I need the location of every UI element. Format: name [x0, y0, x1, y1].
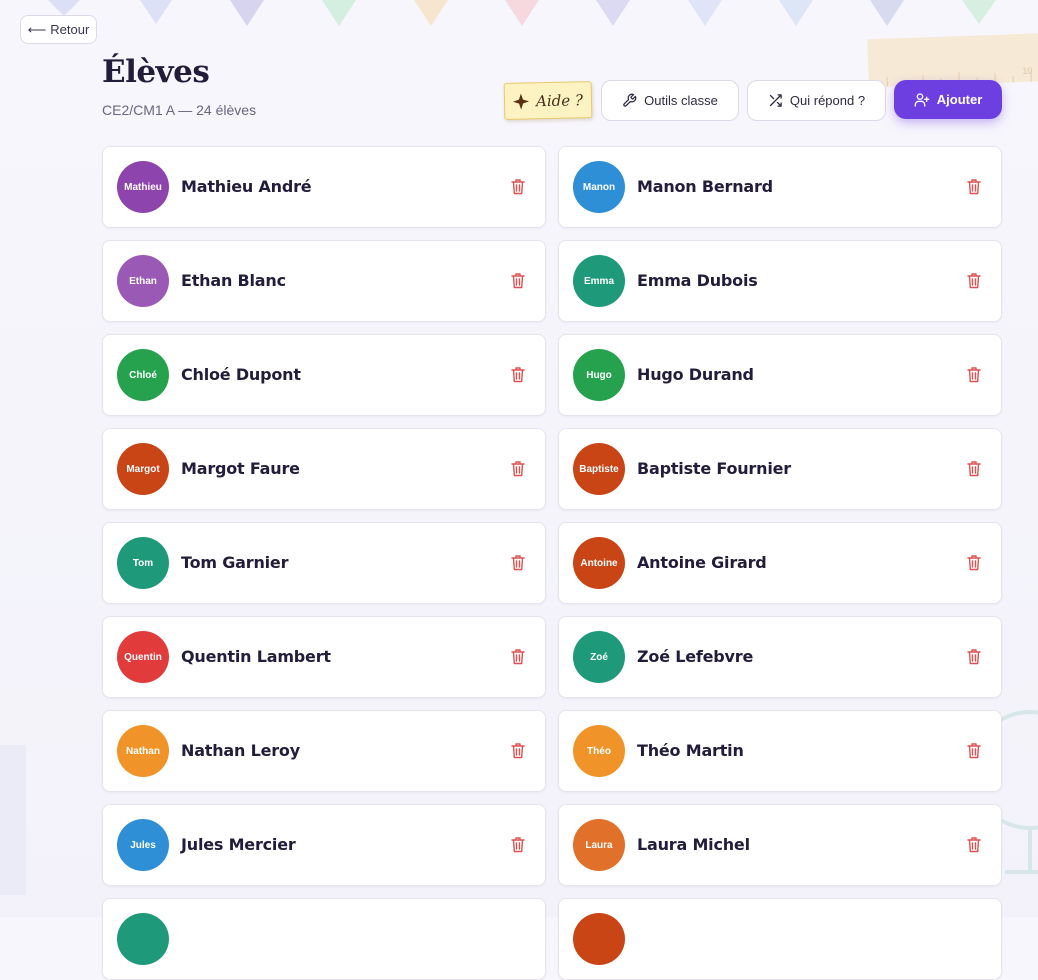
user-plus-icon [914, 92, 930, 107]
student-name: Mathieu André [181, 177, 312, 196]
help-label: Aide ? [535, 90, 584, 110]
bunting-decoration [48, 0, 996, 26]
trash-icon[interactable] [967, 460, 981, 477]
add-student-label: Ajouter [936, 92, 983, 107]
back-label: Retour [50, 22, 90, 37]
trash-icon[interactable] [511, 554, 525, 571]
avatar: Margot [117, 443, 169, 495]
student-name: Ethan Blanc [181, 271, 286, 290]
student-name: Baptiste Fournier [637, 459, 791, 478]
formula-decoration [0, 745, 26, 895]
avatar: Chloé [117, 349, 169, 401]
add-student-button[interactable]: Ajouter [894, 80, 1002, 119]
random-pick-button[interactable]: Qui répond ? [747, 80, 886, 121]
student-name: Hugo Durand [637, 365, 754, 384]
trash-icon[interactable] [511, 742, 525, 759]
wrench-icon [623, 93, 637, 107]
student-card-partial [558, 898, 1002, 980]
arrow-left-icon: ⟵ [27, 21, 47, 37]
trash-icon[interactable] [511, 648, 525, 665]
avatar: Emma [573, 255, 625, 307]
trash-icon[interactable] [967, 836, 981, 853]
class-subtitle: CE2/CM1 A — 24 élèves [102, 102, 257, 118]
student-name: Manon Bernard [637, 177, 773, 196]
student-card[interactable]: Zoé Zoé Lefebvre [558, 616, 1002, 698]
trash-icon[interactable] [511, 460, 525, 477]
student-card[interactable]: Laura Laura Michel [558, 804, 1002, 886]
avatar: Baptiste [573, 443, 625, 495]
avatar: Manon [573, 161, 625, 213]
trash-icon[interactable] [967, 178, 981, 195]
avatar: Jules [117, 819, 169, 871]
student-name: Jules Mercier [181, 835, 296, 854]
student-card-partial [102, 898, 546, 980]
trash-icon[interactable] [511, 836, 525, 853]
student-card[interactable]: Antoine Antoine Girard [558, 522, 1002, 604]
avatar: Zoé [573, 631, 625, 683]
student-card[interactable]: Mathieu Mathieu André [102, 146, 546, 228]
student-name: Margot Faure [181, 459, 300, 478]
avatar: Hugo [573, 349, 625, 401]
student-name: Chloé Dupont [181, 365, 301, 384]
avatar: Laura [573, 819, 625, 871]
student-card[interactable]: Baptiste Baptiste Fournier [558, 428, 1002, 510]
random-pick-label: Qui répond ? [789, 93, 866, 108]
student-card[interactable]: Tom Tom Garnier [102, 522, 546, 604]
student-name: Antoine Girard [637, 553, 767, 572]
student-card[interactable]: Margot Margot Faure [102, 428, 546, 510]
student-name: Théo Martin [637, 741, 744, 760]
student-card[interactable]: Nathan Nathan Leroy [102, 710, 546, 792]
avatar: Théo [573, 725, 625, 777]
student-name: Zoé Lefebvre [637, 647, 754, 666]
student-card[interactable]: Emma Emma Dubois [558, 240, 1002, 322]
student-name: Laura Michel [637, 835, 750, 854]
trash-icon[interactable] [511, 178, 525, 195]
student-card[interactable]: Hugo Hugo Durand [558, 334, 1002, 416]
trash-icon[interactable] [967, 742, 981, 759]
avatar: Mathieu [117, 161, 169, 213]
student-card[interactable]: Jules Jules Mercier [102, 804, 546, 886]
trash-icon[interactable] [967, 648, 981, 665]
avatar: Quentin [117, 631, 169, 683]
trash-icon[interactable] [511, 366, 525, 383]
avatar: Ethan [117, 255, 169, 307]
trash-icon[interactable] [967, 272, 981, 289]
shuffle-icon [769, 94, 782, 107]
sparkle-icon [513, 93, 530, 110]
student-card[interactable]: Quentin Quentin Lambert [102, 616, 546, 698]
student-name: Quentin Lambert [181, 647, 331, 666]
avatar: Nathan [117, 725, 169, 777]
student-card[interactable]: Théo Théo Martin [558, 710, 1002, 792]
page-title: Élèves [102, 54, 210, 90]
class-tools-button[interactable]: Outils classe [601, 80, 739, 121]
student-card[interactable]: Manon Manon Bernard [558, 146, 1002, 228]
help-button[interactable]: Aide ? [503, 81, 593, 120]
student-name: Nathan Leroy [181, 741, 300, 760]
class-tools-label: Outils classe [644, 93, 718, 108]
student-name: Emma Dubois [637, 271, 758, 290]
back-button[interactable]: ⟵ Retour [20, 15, 97, 44]
student-name: Tom Garnier [181, 553, 289, 572]
trash-icon[interactable] [967, 366, 981, 383]
avatar: Tom [117, 537, 169, 589]
student-card[interactable]: Ethan Ethan Blanc [102, 240, 546, 322]
trash-icon[interactable] [511, 272, 525, 289]
student-card[interactable]: Chloé Chloé Dupont [102, 334, 546, 416]
avatar: Antoine [573, 537, 625, 589]
trash-icon[interactable] [967, 554, 981, 571]
